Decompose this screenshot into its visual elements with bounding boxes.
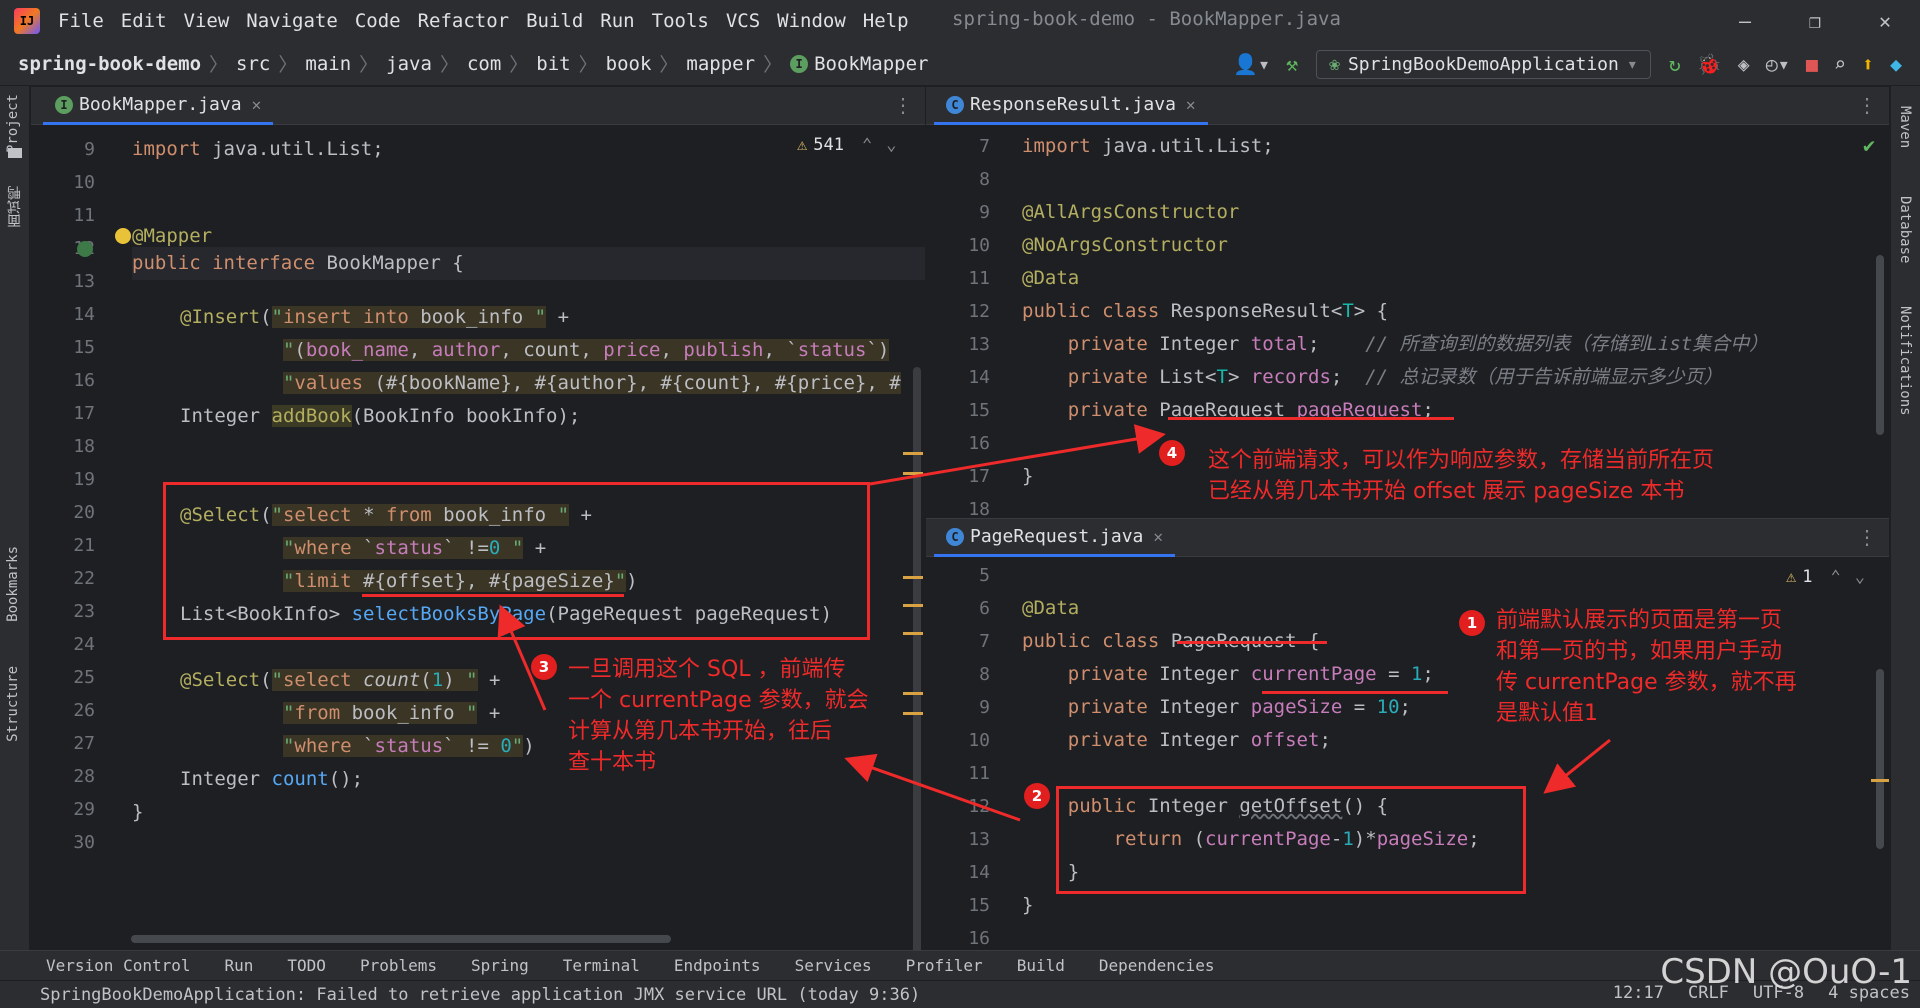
annotation-note-3: 一旦调用这个 SQL ，前端传 一个 currentPage 参数，就会 计算从… bbox=[568, 657, 869, 775]
badge-4: 4 bbox=[1159, 440, 1185, 466]
watermark: CSDN @OuO-1 bbox=[1660, 952, 1912, 992]
annotation-note-4: 这个前端请求，可以作为响应参数，存储当前所在页 已经从第几本书开始 offset… bbox=[1208, 448, 1715, 504]
tool-dependencies[interactable]: Dependencies bbox=[1099, 956, 1215, 975]
caret-position[interactable]: 12:17 bbox=[1613, 983, 1664, 1003]
arrow-4 bbox=[869, 424, 1166, 486]
status-bar: SpringBookDemoApplication: Failed to ret… bbox=[0, 980, 1920, 1008]
annotation-note-1: 前端默认展示的页面是第一页 和第一页的书，如果用户手动 传 currentPag… bbox=[1496, 608, 1797, 726]
tool-terminal[interactable]: Terminal bbox=[563, 956, 640, 975]
tool-profiler[interactable]: Profiler bbox=[906, 956, 983, 975]
tool-spring[interactable]: Spring bbox=[471, 956, 529, 975]
badge-2: 2 bbox=[1024, 783, 1050, 809]
tool-build[interactable]: Build bbox=[1017, 956, 1065, 975]
tool-endpoints[interactable]: Endpoints bbox=[674, 956, 761, 975]
tool-services[interactable]: Services bbox=[795, 956, 872, 975]
tool-version-control[interactable]: Version Control bbox=[46, 956, 191, 975]
tool-todo[interactable]: TODO bbox=[287, 956, 326, 975]
badge-3: 3 bbox=[531, 654, 557, 680]
arrow-1 bbox=[1543, 738, 1611, 794]
tool-run[interactable]: Run bbox=[225, 956, 254, 975]
tool-problems[interactable]: Problems bbox=[360, 956, 437, 975]
tool-window-bar: Version Control Run TODO Problems Spring… bbox=[0, 950, 1920, 980]
arrow-2 bbox=[844, 753, 1021, 822]
status-message[interactable]: SpringBookDemoApplication: Failed to ret… bbox=[40, 985, 920, 1005]
badge-1: 1 bbox=[1459, 610, 1485, 636]
